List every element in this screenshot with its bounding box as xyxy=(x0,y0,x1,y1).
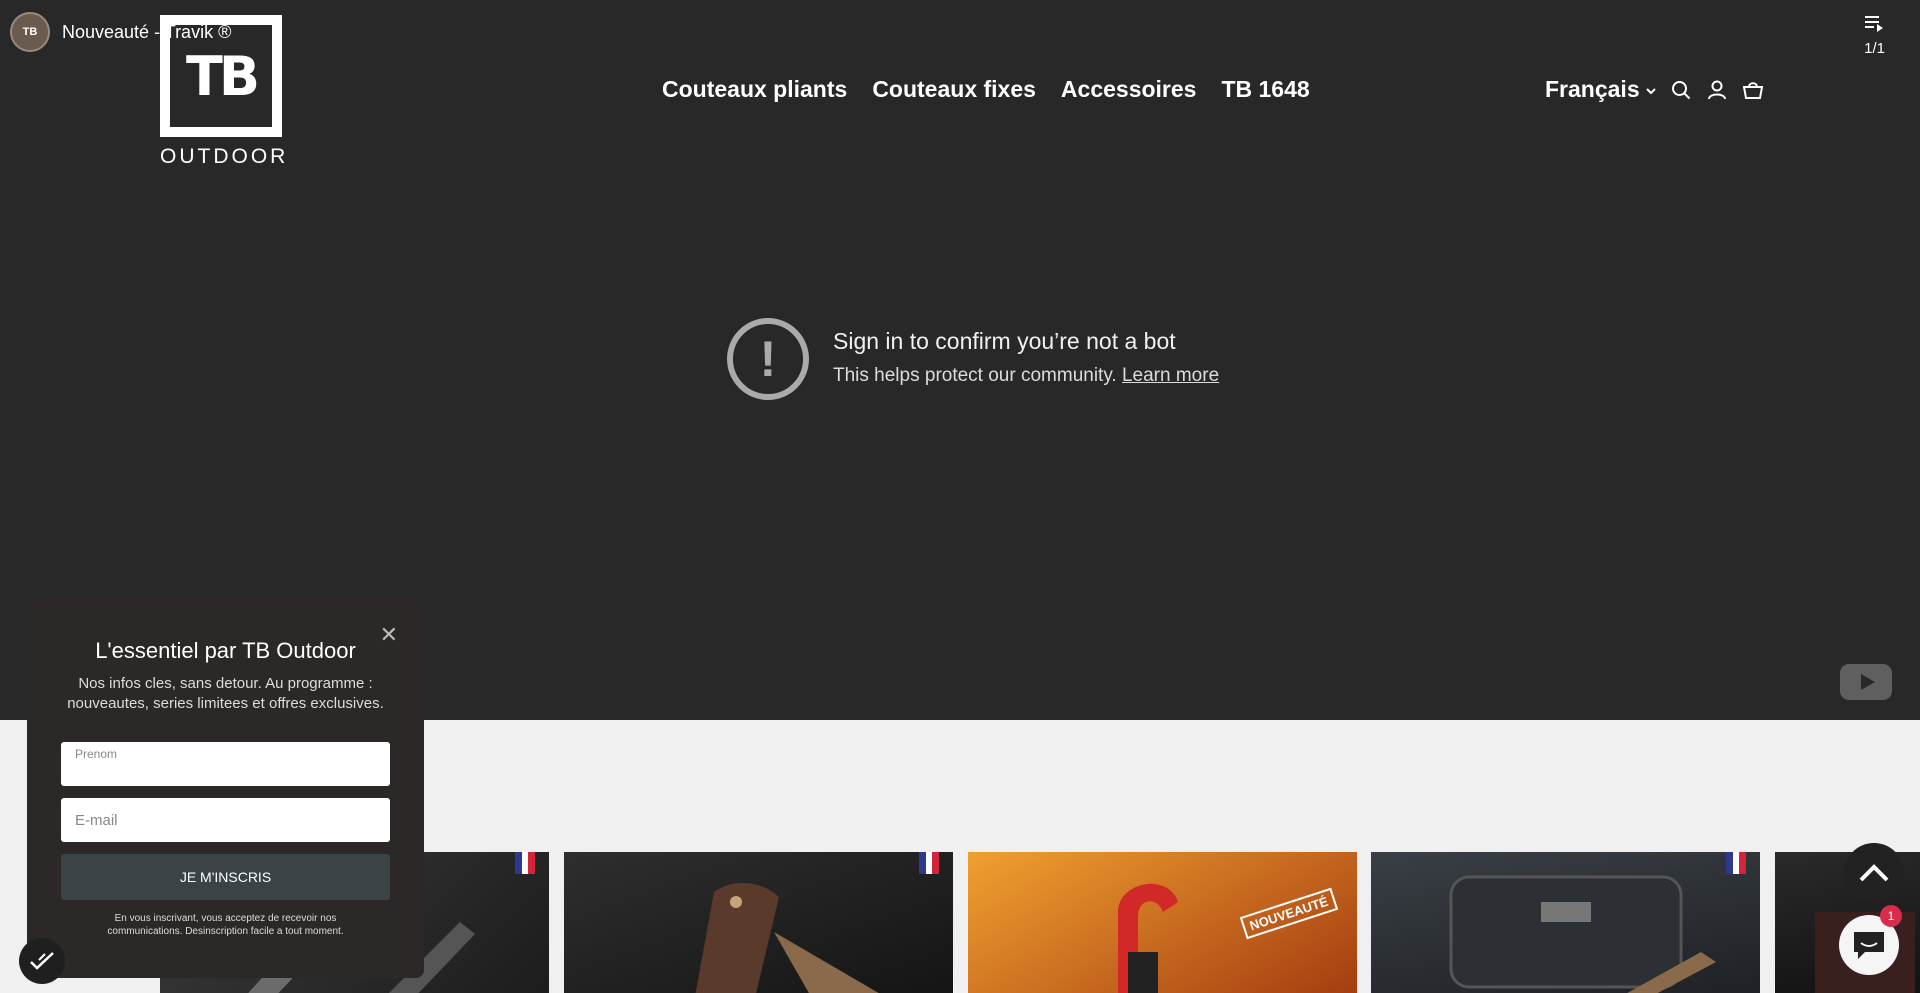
bot-check-subtitle: This helps protect our community. Learn … xyxy=(833,365,1219,387)
close-icon[interactable]: ✕ xyxy=(380,622,398,648)
language-label: Français xyxy=(1545,76,1640,102)
playlist-counter: 1/1 xyxy=(1864,40,1885,57)
main-nav: Couteaux pliants Couteaux fixes Accessoi… xyxy=(662,76,1310,103)
first-name-label: Prenom xyxy=(75,747,118,761)
search-icon[interactable] xyxy=(1670,79,1692,101)
youtube-play-icon xyxy=(1860,674,1875,690)
account-icon[interactable] xyxy=(1706,79,1728,101)
check-icon xyxy=(30,952,54,970)
product-image xyxy=(695,882,879,993)
nav-item-tb-1648[interactable]: TB 1648 xyxy=(1221,76,1309,103)
learn-more-link[interactable]: Learn more xyxy=(1122,365,1219,386)
language-selector[interactable]: Français xyxy=(1545,76,1656,103)
playlist-icon xyxy=(1864,14,1885,36)
bot-check-title: Sign in to confirm you’re not a bot xyxy=(833,328,1176,354)
bot-check-subtitle-text: This helps protect our community. xyxy=(833,365,1117,386)
product-card[interactable] xyxy=(1371,852,1760,993)
logo-letters: TB xyxy=(186,44,260,108)
playlist-button[interactable]: 1/1 xyxy=(1864,14,1885,57)
popup-description: Nos infos cles, sans detour. Au programm… xyxy=(67,675,384,712)
chat-notification-badge: 1 xyxy=(1880,905,1902,927)
cookie-consent-button[interactable] xyxy=(19,938,65,984)
bot-check-message: ! Sign in to confirm you’re not a bot Th… xyxy=(727,318,1219,400)
logo-text: OUTDOOR xyxy=(160,145,289,168)
nav-item-couteaux-fixes[interactable]: Couteaux fixes xyxy=(872,76,1036,103)
site-logo[interactable]: TB OUTDOOR xyxy=(160,15,289,169)
product-image xyxy=(1118,884,1178,993)
popup-title: L'essentiel par TB Outdoor xyxy=(95,638,356,663)
chevron-down-icon xyxy=(1645,82,1656,97)
scroll-to-top-button[interactable] xyxy=(1844,843,1904,903)
product-card[interactable]: NOUVEAUTÉ xyxy=(968,852,1357,993)
header-actions: Français xyxy=(1545,76,1764,103)
email-field[interactable] xyxy=(61,798,390,842)
alert-icon: ! xyxy=(727,318,809,400)
newsletter-popup: ✕ L'essentiel par TB Outdoor Nos infos c… xyxy=(27,598,424,978)
nav-item-accessoires[interactable]: Accessoires xyxy=(1061,76,1197,103)
nav-item-couteaux-pliants[interactable]: Couteaux pliants xyxy=(662,76,847,103)
youtube-logo-button[interactable] xyxy=(1840,664,1892,700)
chevron-up-icon xyxy=(1859,864,1889,882)
france-flag-icon xyxy=(919,852,940,874)
product-image xyxy=(1449,875,1716,993)
product-card[interactable] xyxy=(564,852,953,993)
france-flag-icon xyxy=(515,852,536,874)
channel-avatar[interactable]: TB xyxy=(10,12,50,52)
subscribe-button[interactable]: JE M'INSCRIS xyxy=(61,854,390,900)
popup-legal-text: En vous inscrivant, vous acceptez de rec… xyxy=(107,913,344,937)
chat-icon xyxy=(1854,932,1884,959)
france-flag-icon xyxy=(1726,852,1747,874)
cart-icon[interactable] xyxy=(1742,79,1764,101)
